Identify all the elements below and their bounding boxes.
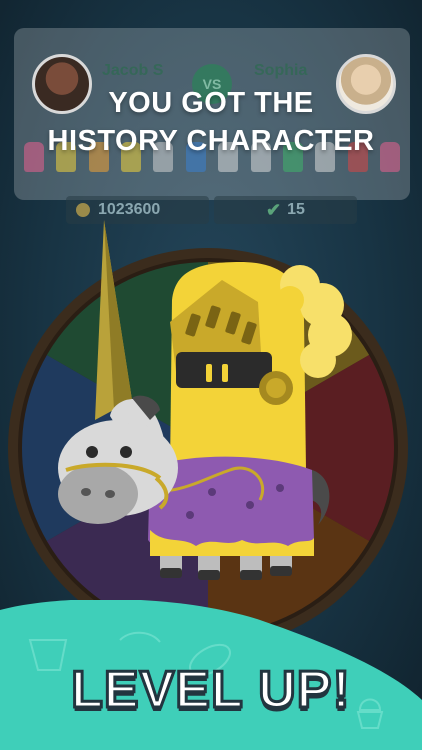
- level-up-headline: LEVEL UP!: [70, 660, 352, 721]
